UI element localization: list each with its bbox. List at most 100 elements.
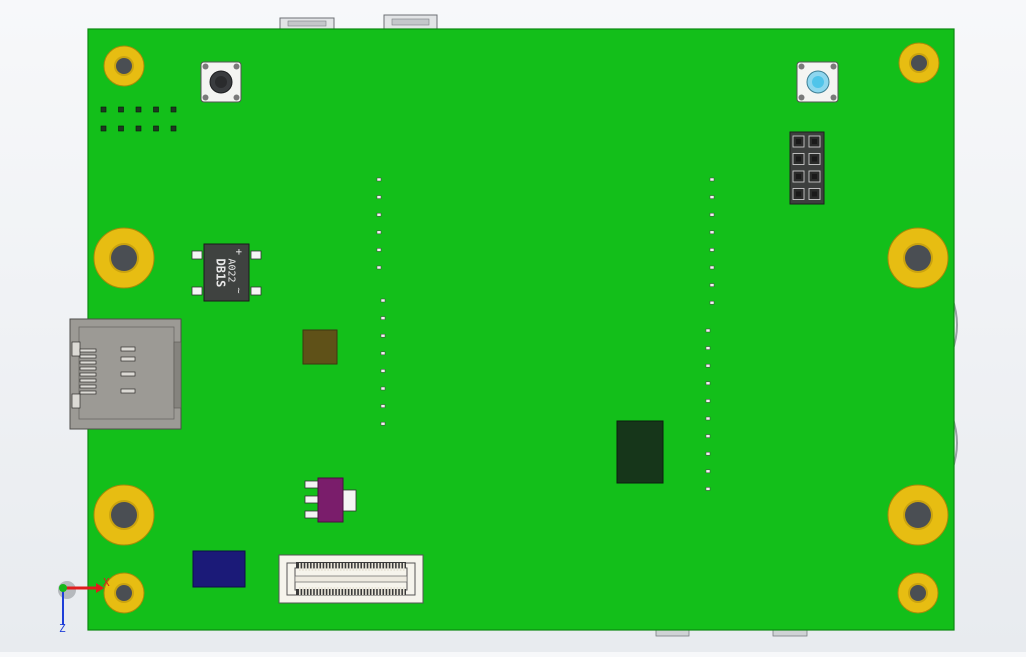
via-pad (380, 316, 386, 320)
via-pad (705, 451, 711, 456)
fpc-pin (346, 587, 348, 595)
fpc-pin (393, 563, 396, 571)
via-pad (709, 265, 715, 270)
fpc-pin (349, 587, 351, 595)
mounting-hole (887, 227, 949, 289)
fpc-pin (308, 587, 311, 595)
via-pad (376, 212, 382, 217)
fpc-pin (368, 563, 370, 571)
via-pad (380, 298, 386, 303)
fpc-pin (399, 563, 402, 571)
fpc-pin (324, 587, 326, 595)
fpc-pin (305, 587, 307, 595)
fpc-pin (324, 563, 326, 571)
fpc-pin (330, 587, 333, 595)
mounting-hole (887, 484, 949, 546)
fpc-pin (302, 563, 304, 571)
header-pin (808, 188, 821, 200)
mounting-hole (897, 572, 939, 614)
via-pad (705, 487, 711, 491)
fpc-pin (362, 563, 364, 571)
via-pad (709, 212, 715, 217)
header-pin (808, 135, 821, 148)
fpc-pin (333, 563, 336, 571)
fpc-pin (365, 563, 367, 571)
fpc-pin (339, 563, 342, 571)
test-pad (153, 125, 159, 132)
fpc-pin (305, 563, 307, 571)
fpc-pin (311, 587, 314, 595)
pcb-board[interactable] (87, 28, 955, 631)
fpc-pin (374, 587, 377, 595)
fpc-pin (311, 563, 314, 571)
fpc-pin (343, 587, 345, 595)
test-pad (100, 106, 107, 113)
fpc-pin (327, 563, 329, 571)
fpc-pin (317, 587, 320, 595)
micro-sd-slot[interactable] (69, 318, 182, 430)
header-pin (792, 135, 805, 148)
rectifier-polarity-plus: + (233, 249, 246, 256)
fpc-pin (368, 587, 370, 595)
fpc-pin (384, 587, 386, 595)
fpc-pin (377, 563, 380, 571)
fpc-connector[interactable] (278, 554, 424, 604)
fpc-pin (396, 587, 399, 595)
fpc-pin (371, 563, 374, 571)
via-pad (705, 434, 711, 438)
via-pad (705, 363, 711, 368)
via-pad (709, 248, 715, 252)
header-pin (792, 188, 805, 200)
fpc-pin (374, 563, 377, 571)
fpc-pin (402, 563, 405, 571)
fpc-pin (299, 563, 301, 571)
mounting-hole (103, 572, 145, 614)
fpc-pin (314, 587, 317, 595)
via-pad (380, 421, 386, 426)
header-pin (792, 153, 805, 165)
test-pad (118, 106, 124, 113)
fpc-pin (402, 587, 405, 595)
via-pad (376, 230, 382, 235)
cad-viewport[interactable]: + A022 DB1S ~ X Z (0, 0, 1026, 652)
test-pad (135, 106, 142, 113)
z-axis-label: Z (59, 622, 66, 635)
fpc-pin (346, 563, 348, 571)
test-pad (118, 125, 124, 132)
x-axis-label: X (103, 576, 110, 589)
via-pad (709, 195, 715, 199)
rectifier-ac-mark: ~ (233, 288, 244, 294)
fpc-pin (390, 587, 392, 595)
fpc-pin (336, 563, 339, 571)
tact-switch-left[interactable] (200, 61, 242, 103)
fpc-pin (399, 587, 402, 595)
via-pad (376, 265, 382, 270)
fpc-pin (387, 587, 389, 595)
fpc-pin (387, 563, 389, 571)
chip-olive[interactable] (302, 329, 338, 365)
via-pad (709, 230, 715, 235)
fpc-pin (314, 563, 317, 571)
mounting-hole (103, 45, 145, 87)
fpc-pin (390, 563, 392, 571)
fpc-pin (352, 587, 355, 595)
fpc-pin (358, 563, 361, 571)
chip-dark-green[interactable] (616, 420, 664, 484)
fpc-pin (396, 563, 399, 571)
fpc-pin (321, 587, 323, 595)
via-pad (705, 399, 711, 403)
via-pad (709, 300, 715, 305)
tact-switch-right[interactable] (796, 61, 839, 103)
fpc-pin (308, 563, 311, 571)
chip-navy[interactable] (192, 550, 246, 588)
via-pad (705, 469, 711, 474)
test-pad (135, 125, 142, 132)
pin-header-2x4[interactable] (789, 131, 825, 205)
fpc-pin (327, 587, 329, 595)
test-pad (153, 106, 159, 113)
fpc-pin (349, 563, 351, 571)
fpc-pin (333, 587, 336, 595)
via-pad (705, 381, 711, 386)
via-pad (380, 386, 386, 391)
fpc-pin (299, 587, 301, 595)
